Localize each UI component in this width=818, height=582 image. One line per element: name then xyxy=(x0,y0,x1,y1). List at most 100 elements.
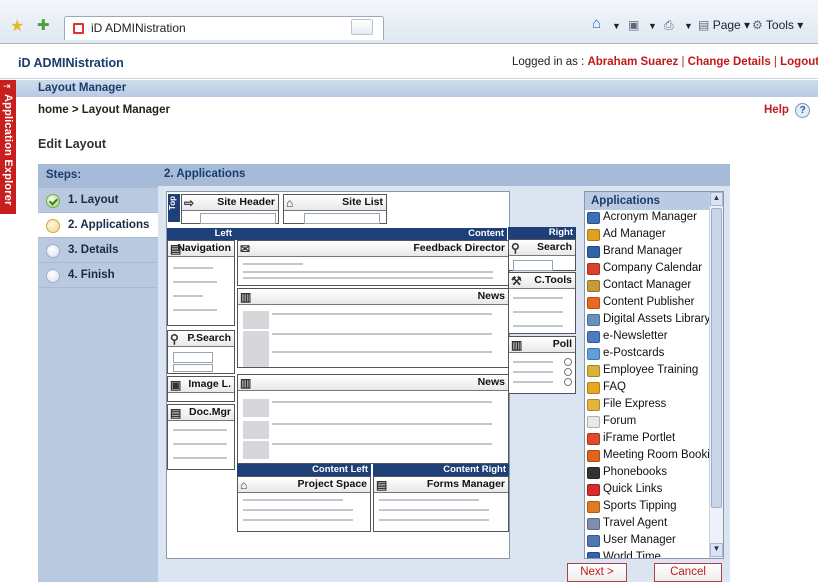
breadcrumb[interactable]: home > Layout Manager xyxy=(38,104,170,116)
pending-step-icon xyxy=(46,244,60,258)
feedback-director-block[interactable]: ✉ Feedback Director xyxy=(237,240,509,286)
application-item[interactable]: Acronym Manager xyxy=(585,210,723,227)
application-item[interactable]: Contact Manager xyxy=(585,278,723,295)
layout-canvas: Top ⇨ Site Header ⌂ Site List Left Content… xyxy=(166,191,510,559)
poll-block[interactable]: ▥ Poll xyxy=(508,336,576,394)
help-icon: ? xyxy=(795,103,811,118)
chevron-down-icon[interactable]: ▼ xyxy=(684,21,693,31)
application-item[interactable]: User Manager xyxy=(585,533,723,550)
psearch-block[interactable]: ⚲ P.Search xyxy=(167,330,235,374)
project-space-block[interactable]: ⌂ Project Space xyxy=(237,476,371,532)
site-list-block[interactable]: ⌂ Site List xyxy=(283,194,387,224)
tools-menu[interactable]: ⚙ Tools ▾ xyxy=(752,18,803,32)
application-item[interactable]: Content Publisher xyxy=(585,295,723,312)
news-icon: ▥ xyxy=(240,376,252,390)
feeds-icon[interactable]: ▣ xyxy=(628,18,639,32)
application-item[interactable]: Employee Training xyxy=(585,363,723,380)
application-item[interactable]: Brand Manager xyxy=(585,244,723,261)
application-label: Meeting Room Bookin xyxy=(603,449,717,461)
application-item[interactable]: e-Newsletter xyxy=(585,329,723,346)
application-item[interactable]: Ad Manager xyxy=(585,227,723,244)
logout-link[interactable]: Logout xyxy=(780,56,818,68)
poll-radio[interactable] xyxy=(564,378,572,386)
new-tab-button[interactable] xyxy=(351,19,373,35)
step-layout[interactable]: 1. Layout xyxy=(38,188,158,213)
applications-list[interactable]: Applications Acronym Manager Ad Manager Br… xyxy=(584,191,724,559)
user-name[interactable]: Abraham Suarez xyxy=(587,56,678,68)
column-header-content: Content xyxy=(235,228,507,240)
psearch-label: P.Search xyxy=(187,332,231,344)
image-library-block[interactable]: ▣ Image L. xyxy=(167,376,235,402)
application-label: Ad Manager xyxy=(603,228,666,240)
project-space-label: Project Space xyxy=(297,478,367,490)
change-details-link[interactable]: Change Details xyxy=(688,56,771,68)
browser-tab[interactable]: iD ADMINistration xyxy=(64,16,384,40)
scroll-up-button[interactable]: ▲ xyxy=(710,192,723,206)
application-label: User Manager xyxy=(603,534,676,546)
file-icon xyxy=(587,399,600,411)
step-details[interactable]: 3. Details xyxy=(38,238,158,263)
chevron-down-icon[interactable]: ▼ xyxy=(648,21,657,31)
news-block[interactable]: ▥ News xyxy=(237,288,509,368)
scroll-down-button[interactable]: ▼ xyxy=(710,543,723,557)
application-item[interactable]: World Time xyxy=(585,550,723,558)
application-item[interactable]: Phonebooks xyxy=(585,465,723,482)
psearch-input[interactable] xyxy=(173,364,213,372)
poll-radio[interactable] xyxy=(564,358,572,366)
doc-manager-block[interactable]: ▤ Doc.Mgr xyxy=(167,404,235,470)
ctools-block[interactable]: ⚒ C.Tools xyxy=(508,272,576,334)
step-applications[interactable]: 2. Applications xyxy=(38,213,158,238)
application-item[interactable]: FAQ xyxy=(585,380,723,397)
search-block[interactable]: ⚲ Search xyxy=(508,239,576,271)
application-item[interactable]: iFrame Portlet xyxy=(585,431,723,448)
help-link[interactable]: Help ? xyxy=(764,103,811,118)
add-favorites-icon[interactable]: ✚ xyxy=(37,16,50,34)
abc-icon xyxy=(587,212,600,224)
site-header-select[interactable] xyxy=(200,213,276,224)
application-explorer-label: Application Explorer xyxy=(2,94,14,206)
application-item[interactable]: Quick Links xyxy=(585,482,723,499)
brand-icon xyxy=(587,246,600,258)
application-label: FAQ xyxy=(603,381,627,393)
page-menu[interactable]: ▤ Page ▾ xyxy=(698,18,750,32)
navigation-block[interactable]: ▤ Navigation xyxy=(167,240,235,326)
application-item[interactable]: File Express xyxy=(585,397,723,414)
sports-icon xyxy=(587,501,600,513)
favorites-star-icon[interactable]: ★ xyxy=(10,16,24,36)
print-icon[interactable]: ⎙ xyxy=(664,18,674,33)
application-item[interactable]: Sports Tipping xyxy=(585,499,723,516)
application-explorer-tab[interactable]: ⇥ Application Explorer xyxy=(0,80,16,214)
document-icon: ▤ xyxy=(170,406,182,420)
search-input[interactable] xyxy=(513,260,553,271)
application-item[interactable]: e-Postcards xyxy=(585,346,723,363)
psearch-input[interactable] xyxy=(173,352,213,363)
top-zone-label: Top xyxy=(168,194,180,222)
application-item[interactable]: Digital Assets Library xyxy=(585,312,723,329)
site-list-select[interactable] xyxy=(304,213,380,224)
application-label: Content Publisher xyxy=(603,296,695,308)
application-item[interactable]: Travel Agent xyxy=(585,516,723,533)
application-item[interactable]: Company Calendar xyxy=(585,261,723,278)
forms-manager-block[interactable]: ▤ Forms Manager xyxy=(373,476,509,532)
search-icon: ⚲ xyxy=(511,241,520,255)
applications-scrollbar[interactable]: ▲ ▼ xyxy=(709,192,723,558)
scroll-thumb[interactable] xyxy=(711,208,722,508)
application-item[interactable]: Meeting Room Bookin xyxy=(585,448,723,465)
column-header-content-left: Content Left xyxy=(237,464,371,476)
poll-radio[interactable] xyxy=(564,368,572,376)
step-finish[interactable]: 4. Finish xyxy=(38,263,158,288)
home-icon[interactable]: ⌂ xyxy=(592,15,601,32)
application-label: e-Newsletter xyxy=(603,330,668,342)
tools-icon: ⚒ xyxy=(511,274,522,288)
next-button[interactable]: Next > xyxy=(567,563,627,582)
cancel-button[interactable]: Cancel xyxy=(654,563,722,582)
news-block-2[interactable]: ▥ News xyxy=(237,374,509,464)
application-item[interactable]: Forum xyxy=(585,414,723,431)
publisher-icon xyxy=(587,297,600,309)
check-icon xyxy=(46,194,60,208)
chevron-down-icon[interactable]: ▼ xyxy=(612,21,621,31)
step-label: 2. Applications xyxy=(68,219,150,231)
block-title: ⌂ Site List xyxy=(284,195,386,211)
site-header-block[interactable]: ⇨ Site Header xyxy=(181,194,279,224)
current-step-icon xyxy=(46,219,60,233)
